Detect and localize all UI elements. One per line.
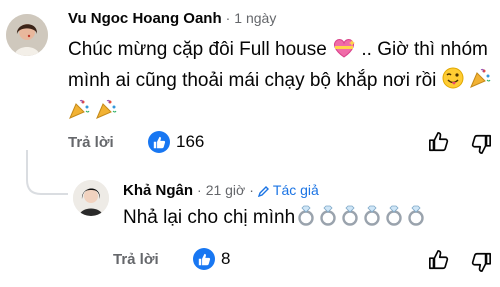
comment-text-line1: Nhả lại cho chị mình [123, 207, 296, 228]
reply-button[interactable]: Trả lời [68, 134, 114, 151]
separator: · [249, 182, 254, 198]
ring-emoji [295, 204, 317, 235]
thumbs-down-icon[interactable] [470, 133, 492, 160]
comment-text: Nhả lại cho chị mình [123, 204, 493, 235]
comment-text: Chúc mừng cặp đôi Full house .. Giờ thì … [68, 36, 498, 129]
comment-text-line2: mình ai cũng thoải mái chạy bộ khắp nơi … [68, 70, 437, 91]
ring-emoji-row [295, 205, 427, 228]
author-badge: Tác giả [257, 182, 319, 198]
party-popper-emoji [68, 98, 90, 129]
ring-emoji [405, 204, 427, 235]
ring-emoji [383, 204, 405, 235]
sparkling-heart-emoji [332, 38, 356, 67]
ring-emoji [317, 204, 339, 235]
like-count: 8 [221, 249, 231, 268]
thumbs-up-icon [148, 131, 170, 153]
winking-tongue-emoji [442, 67, 464, 98]
party-popper-emoji [95, 98, 117, 129]
separator: · [225, 10, 231, 26]
thumbs-down-icon[interactable] [470, 251, 492, 278]
comment-header: Khả Ngân · 21 giờ · Tác giả [123, 182, 319, 199]
like-count: 166 [176, 132, 205, 151]
comment-header: Vu Ngoc Hoang Oanh · 1 ngày [68, 10, 276, 27]
like-count-button[interactable]: 166 [148, 131, 204, 153]
comment-2: Khả Ngân · 21 giờ · Tác giả Nhả lại cho chị … [0, 172, 500, 287]
author-name[interactable]: Vu Ngoc Hoang Oanh [68, 10, 222, 27]
thumbs-up-icon [193, 248, 215, 270]
avatar[interactable] [6, 14, 48, 56]
ring-emoji [361, 204, 383, 235]
pen-icon [257, 186, 269, 197]
like-count-button[interactable]: 8 [193, 248, 230, 270]
comment-1: Vu Ngoc Hoang Oanh · 1 ngày Chúc mừng cặp … [0, 0, 500, 154]
avatar[interactable] [73, 180, 109, 216]
timestamp[interactable]: 21 giờ [206, 182, 246, 198]
comment-text-line1: Chúc mừng cặp đôi Full house [68, 39, 327, 60]
comment-text-line1-tail: .. Giờ thì nhóm [361, 39, 488, 60]
thumbs-up-icon[interactable] [428, 249, 450, 276]
separator: · [197, 182, 202, 198]
thumbs-up-icon[interactable] [428, 131, 450, 158]
ring-emoji [339, 204, 361, 235]
party-popper-emoji [469, 67, 491, 98]
author-name[interactable]: Khả Ngân [123, 182, 193, 199]
timestamp[interactable]: 1 ngày [234, 10, 276, 26]
author-badge-label: Tác giả [272, 182, 319, 198]
reply-button[interactable]: Trả lời [113, 251, 159, 268]
